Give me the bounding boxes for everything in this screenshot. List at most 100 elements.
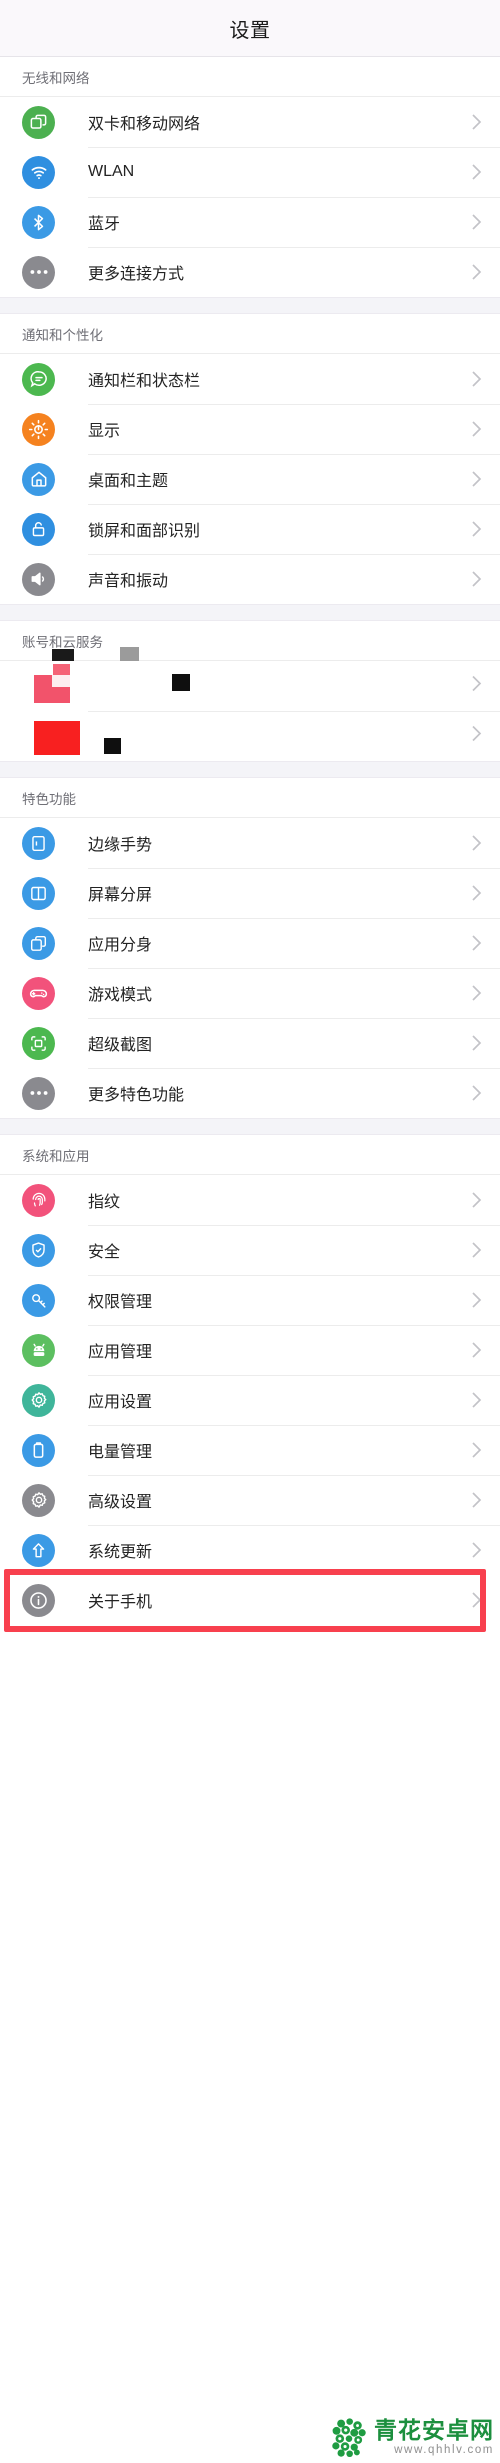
setting-row-label: 指纹 [88, 1194, 121, 1211]
account-row-redacted-1[interactable] [0, 661, 500, 711]
sim-card-icon [22, 105, 55, 139]
shield-icon [22, 1233, 55, 1267]
setting-row-wlan[interactable]: WLAN [0, 147, 500, 197]
setting-row-super-screenshot[interactable]: 超级截图 [0, 1018, 500, 1068]
split-screen-icon [22, 876, 55, 910]
setting-row-label: 桌面和主题 [88, 473, 169, 490]
watermark-logo-icon [332, 2418, 366, 2458]
info-icon [22, 1583, 55, 1617]
setting-row-label: 通知栏和状态栏 [88, 373, 201, 390]
fingerprint-icon [22, 1183, 55, 1217]
chevron-right-icon [471, 263, 482, 281]
setting-row-label: WLAN [88, 163, 135, 180]
setting-row-display[interactable]: 显示 [0, 404, 500, 454]
setting-row-sound-vibration[interactable]: 声音和振动 [0, 554, 500, 604]
chevron-right-icon [471, 420, 482, 438]
section-divider [0, 761, 500, 778]
chevron-right-icon [471, 675, 482, 698]
edge-gesture-icon [22, 826, 55, 860]
setting-row-permission-manager[interactable]: 权限管理 [0, 1275, 500, 1325]
section-divider [0, 604, 500, 621]
section-header-label: 账号和云服务 [22, 634, 103, 650]
bluetooth-icon [22, 205, 55, 239]
redaction-block [172, 674, 190, 691]
setting-row-label: 应用管理 [88, 1344, 153, 1361]
chevron-right-icon [471, 113, 482, 131]
setting-row-game-mode[interactable]: 游戏模式 [0, 968, 500, 1018]
chevron-right-icon [471, 725, 482, 748]
chevron-right-icon [471, 1291, 482, 1309]
chevron-right-icon [471, 370, 482, 388]
chat-bubble-icon [22, 362, 55, 396]
setting-row-label: 关于手机 [88, 1594, 153, 1611]
setting-row-label: 应用设置 [88, 1394, 153, 1411]
chevron-right-icon [471, 1491, 482, 1509]
chevron-right-icon [471, 1541, 482, 1559]
chevron-right-icon [471, 1591, 482, 1609]
setting-row-label: 屏幕分屏 [88, 887, 153, 904]
setting-row-edge-gesture[interactable]: 边缘手势 [0, 818, 500, 868]
setting-row-split-screen[interactable]: 屏幕分屏 [0, 868, 500, 918]
setting-row-label: 更多特色功能 [88, 1087, 185, 1104]
screenshot-icon [22, 1026, 55, 1060]
section-header-label: 系统和应用 [22, 1148, 90, 1164]
setting-row-advanced-settings[interactable]: 高级设置 [0, 1475, 500, 1525]
chevron-right-icon [471, 520, 482, 538]
chevron-right-icon [471, 163, 482, 181]
setting-row-security[interactable]: 安全 [0, 1225, 500, 1275]
key-icon [22, 1283, 55, 1317]
setting-row-lockscreen-face[interactable]: 锁屏和面部识别 [0, 504, 500, 554]
redaction-block [34, 721, 80, 755]
setting-row-bluetooth[interactable]: 蓝牙 [0, 197, 500, 247]
setting-row-app-settings[interactable]: 应用设置 [0, 1375, 500, 1425]
setting-row-label: 应用分身 [88, 937, 153, 954]
page-title: 设置 [229, 19, 271, 42]
ellipsis-icon [22, 255, 55, 289]
setting-row-label: 双卡和移动网络 [88, 116, 201, 133]
watermark-text: 青花安卓网 www.qhhlv.com [374, 2419, 494, 2457]
section-header-system: 系统和应用 [0, 1135, 500, 1175]
chevron-right-icon [471, 934, 482, 952]
gamepad-icon [22, 976, 55, 1010]
setting-row-label: 边缘手势 [88, 837, 153, 854]
section-header-wireless: 无线和网络 [0, 57, 500, 97]
setting-row-label: 权限管理 [88, 1294, 153, 1311]
setting-row-app-clone[interactable]: 应用分身 [0, 918, 500, 968]
chevron-right-icon [471, 1084, 482, 1102]
setting-row-label: 高级设置 [88, 1494, 153, 1511]
watermark-title: 青花安卓网 [374, 2417, 494, 2444]
setting-row-notification-bar[interactable]: 通知栏和状态栏 [0, 354, 500, 404]
section-header-label: 通知和个性化 [22, 327, 103, 343]
setting-row-more-connections[interactable]: 更多连接方式 [0, 247, 500, 297]
chevron-right-icon [471, 1191, 482, 1209]
chevron-right-icon [471, 570, 482, 588]
setting-row-dual-sim[interactable]: 双卡和移动网络 [0, 97, 500, 147]
home-icon [22, 462, 55, 496]
bottom-spacer [0, 1625, 500, 1635]
lock-icon [22, 512, 55, 546]
gear-icon [22, 1483, 55, 1517]
setting-row-more-features[interactable]: 更多特色功能 [0, 1068, 500, 1118]
setting-row-about-phone[interactable]: 关于手机 [0, 1575, 500, 1625]
setting-row-desktop-theme[interactable]: 桌面和主题 [0, 454, 500, 504]
chevron-right-icon [471, 984, 482, 1002]
setting-row-fingerprint[interactable]: 指纹 [0, 1175, 500, 1225]
setting-row-label: 锁屏和面部识别 [88, 523, 201, 540]
chevron-right-icon [471, 1241, 482, 1259]
chevron-right-icon [471, 470, 482, 488]
setting-row-app-manager[interactable]: 应用管理 [0, 1325, 500, 1375]
setting-row-label: 电量管理 [88, 1444, 153, 1461]
setting-row-label: 游戏模式 [88, 987, 153, 1004]
gear-icon [22, 1383, 55, 1417]
redaction-block [104, 738, 121, 754]
speaker-icon [22, 562, 55, 596]
section-header-label: 特色功能 [22, 791, 76, 807]
setting-row-label: 显示 [88, 423, 121, 440]
setting-row-label: 蓝牙 [88, 216, 121, 233]
account-row-redacted-2[interactable] [0, 711, 500, 761]
section-header-features: 特色功能 [0, 778, 500, 818]
setting-row-battery-manager[interactable]: 电量管理 [0, 1425, 500, 1475]
setting-row-system-update[interactable]: 系统更新 [0, 1525, 500, 1575]
chevron-right-icon [471, 834, 482, 852]
chevron-right-icon [471, 1441, 482, 1459]
